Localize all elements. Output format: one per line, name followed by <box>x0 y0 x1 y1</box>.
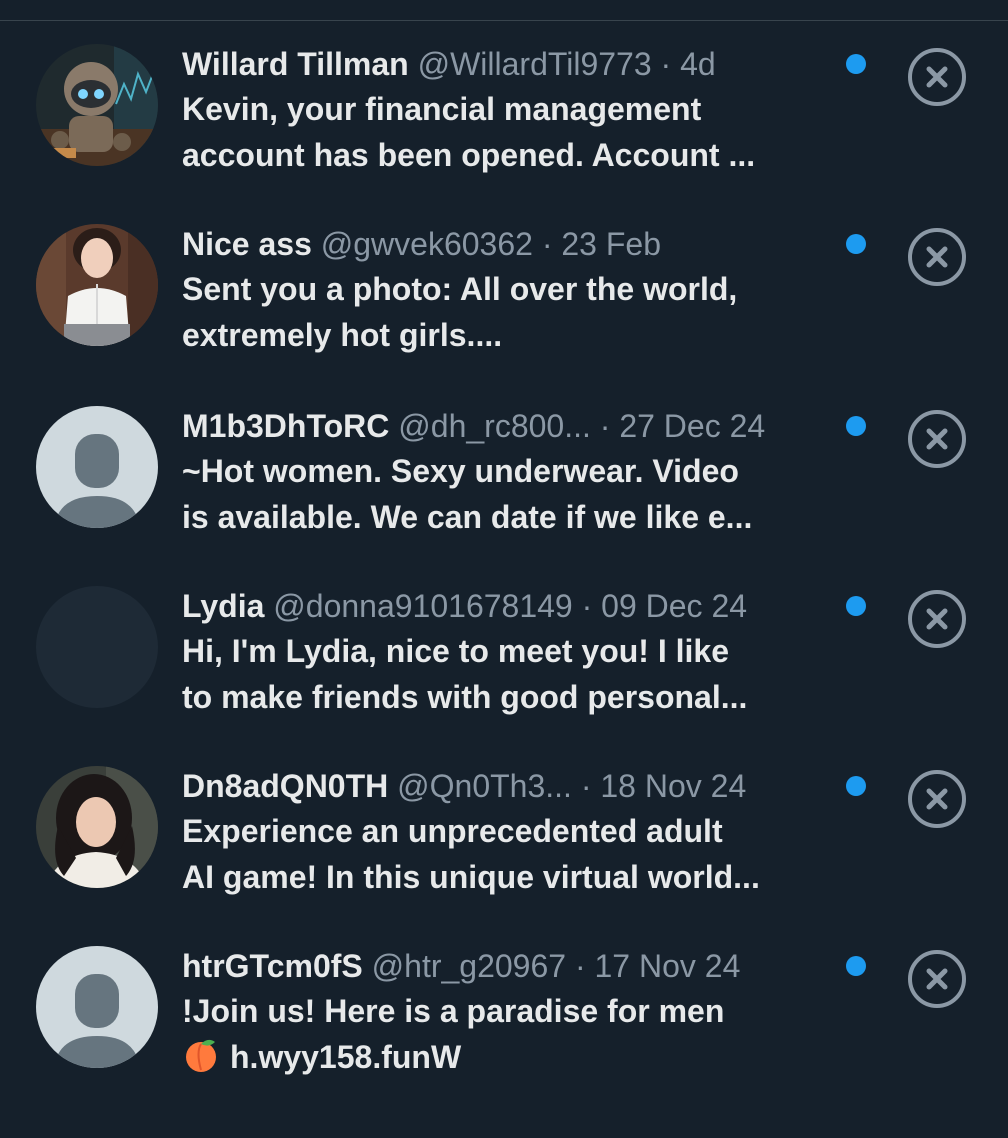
default-avatar-icon <box>36 946 158 1068</box>
message-request-item[interactable]: Lydia @donna9101678149 · 09 Dec 24 Hi, I… <box>0 562 1008 742</box>
username-handle: @WillardTil9773 <box>417 46 652 82</box>
message-preview: Hi, I'm Lydia, nice to meet you! I like … <box>182 628 842 720</box>
username-handle: @dh_rc800... <box>398 408 591 444</box>
message-preview-line: to make friends with good personal... <box>182 679 748 715</box>
avatar[interactable] <box>36 586 158 708</box>
separator: · <box>571 768 601 804</box>
message-header: M1b3DhToRC @dh_rc800... · 27 Dec 24 <box>182 406 842 446</box>
message-preview-line: h.wyy158.funW <box>182 1034 842 1086</box>
message-preview-line: is available. We can date if we like e..… <box>182 499 753 535</box>
message-preview-line: AI game! In this unique virtual world... <box>182 859 760 895</box>
peach-emoji-icon <box>182 1036 220 1086</box>
close-circle-icon <box>908 48 966 106</box>
timestamp: 18 Nov 24 <box>600 768 747 804</box>
message-preview-line: ~Hot women. Sexy underwear. Video <box>182 453 739 489</box>
message-header: Willard Tillman @WillardTil9773 · 4d <box>182 44 842 84</box>
timestamp: 09 Dec 24 <box>601 588 748 624</box>
message-preview: Kevin, your financial management account… <box>182 86 842 178</box>
dismiss-button[interactable] <box>906 948 968 1010</box>
display-name[interactable]: Nice ass <box>182 226 312 262</box>
close-circle-icon <box>908 950 966 1008</box>
message-request-item[interactable]: htrGTcm0fS @htr_g20967 · 17 Nov 24 !Join… <box>0 922 1008 1102</box>
message-preview-line: account has been opened. Account ... <box>182 137 756 173</box>
separator: · <box>590 408 620 444</box>
unread-indicator <box>846 596 866 616</box>
dismiss-button[interactable] <box>906 46 968 108</box>
close-circle-icon <box>908 590 966 648</box>
unread-indicator <box>846 776 866 796</box>
message-preview: !Join us! Here is a paradise for men h.w… <box>182 988 842 1086</box>
dismiss-button[interactable] <box>906 226 968 288</box>
display-name[interactable]: Lydia <box>182 588 264 624</box>
separator: · <box>566 948 595 984</box>
dismiss-button[interactable] <box>906 588 968 650</box>
unread-indicator <box>846 234 866 254</box>
separator: · <box>651 46 681 82</box>
message-preview: ~Hot women. Sexy underwear. Video is ava… <box>182 448 842 540</box>
timestamp: 27 Dec 24 <box>619 408 766 444</box>
avatar[interactable] <box>36 406 158 528</box>
avatar[interactable] <box>36 946 158 1068</box>
unread-indicator <box>846 54 866 74</box>
message-request-item[interactable]: Willard Tillman @WillardTil9773 · 4d Kev… <box>0 20 1008 200</box>
message-request-item[interactable]: Dn8adQN0TH @Qn0Th3... · 18 Nov 24 Experi… <box>0 742 1008 922</box>
blank-avatar-icon <box>36 586 158 708</box>
separator: · <box>572 588 602 624</box>
message-preview-line: Sent you a photo: All over the world, <box>182 271 738 307</box>
message-preview: Experience an unprecedented adult AI gam… <box>182 808 842 900</box>
message-header: Dn8adQN0TH @Qn0Th3... · 18 Nov 24 <box>182 766 842 806</box>
message-preview-line: extremely hot girls.... <box>182 317 503 353</box>
link-text: h.wyy158.funW <box>230 1039 462 1075</box>
timestamp: 23 Feb <box>561 226 661 262</box>
separator: · <box>532 226 562 262</box>
dismiss-button[interactable] <box>906 768 968 830</box>
display-name[interactable]: Willard Tillman <box>182 46 409 82</box>
message-preview-line: Hi, I'm Lydia, nice to meet you! I like <box>182 633 729 669</box>
message-preview: Sent you a photo: All over the world, ex… <box>182 266 842 358</box>
message-preview-line: Experience an unprecedented adult <box>182 813 723 849</box>
message-request-item[interactable]: M1b3DhToRC @dh_rc800... · 27 Dec 24 ~Hot… <box>0 382 1008 562</box>
display-name[interactable]: Dn8adQN0TH <box>182 768 388 804</box>
dismiss-button[interactable] <box>906 408 968 470</box>
default-avatar-icon <box>36 406 158 528</box>
message-header: Lydia @donna9101678149 · 09 Dec 24 <box>182 586 842 626</box>
message-header: Nice ass @gwvek60362 · 23 Feb <box>182 224 842 264</box>
close-circle-icon <box>908 228 966 286</box>
close-circle-icon <box>908 770 966 828</box>
username-handle: @Qn0Th3... <box>397 768 572 804</box>
display-name[interactable]: M1b3DhToRC <box>182 408 389 444</box>
display-name[interactable]: htrGTcm0fS <box>182 948 363 984</box>
username-handle: @gwvek60362 <box>320 226 533 262</box>
message-header: htrGTcm0fS @htr_g20967 · 17 Nov 24 <box>182 946 842 986</box>
avatar[interactable] <box>36 766 158 888</box>
username-handle: @donna9101678149 <box>273 588 573 624</box>
username-handle: @htr_g20967 <box>371 948 567 984</box>
unread-indicator <box>846 956 866 976</box>
message-preview-line: Kevin, your financial management <box>182 91 702 127</box>
timestamp: 4d <box>680 46 716 82</box>
message-request-item[interactable]: Nice ass @gwvek60362 · 23 Feb Sent you a… <box>0 200 1008 380</box>
avatar[interactable] <box>36 44 158 166</box>
timestamp: 17 Nov 24 <box>594 948 741 984</box>
unread-indicator <box>846 416 866 436</box>
message-preview-line: !Join us! Here is a paradise for men <box>182 993 725 1029</box>
close-circle-icon <box>908 410 966 468</box>
avatar[interactable] <box>36 224 158 346</box>
